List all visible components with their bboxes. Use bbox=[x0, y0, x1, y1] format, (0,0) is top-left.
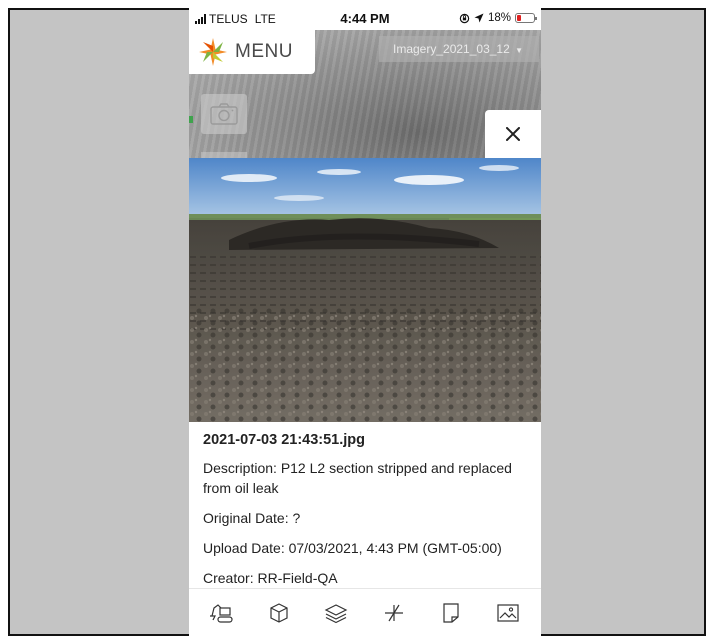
status-right: 18% bbox=[459, 12, 537, 24]
camera-icon bbox=[210, 103, 238, 125]
menu-button[interactable]: MENU bbox=[189, 30, 315, 74]
cube-icon bbox=[270, 602, 288, 623]
image-icon bbox=[497, 603, 519, 622]
note-icon bbox=[443, 602, 459, 623]
orientation-lock-icon bbox=[459, 13, 470, 23]
upload-date-row: Upload Date07/03/2021, 4:43 PM (GMT-05:0… bbox=[203, 538, 527, 558]
measure-icon bbox=[384, 604, 403, 621]
photos-button[interactable] bbox=[490, 595, 526, 631]
bottom-toolbar bbox=[189, 588, 541, 636]
photo-info-panel: 2021-07-03 21:43:51.jpg DescriptionP12 L… bbox=[189, 422, 541, 588]
3d-model-button[interactable] bbox=[261, 595, 297, 631]
battery-percent: 18% bbox=[487, 12, 511, 24]
original-date-value: ? bbox=[292, 510, 301, 526]
dropdown-caret-icon: ▼ bbox=[515, 46, 524, 55]
creator-row: CreatorRR-Field-QA bbox=[203, 568, 527, 588]
upload-date-key: Upload Date bbox=[203, 540, 289, 556]
imagery-dropdown[interactable]: Imagery_2021_03_12 ▼ bbox=[379, 36, 539, 62]
close-button[interactable] bbox=[485, 110, 541, 158]
notes-button[interactable] bbox=[433, 595, 469, 631]
measure-button[interactable] bbox=[376, 595, 412, 631]
phone-screen: TELUS LTE 4:44 PM 18% MENU Imagery_2021_… bbox=[189, 8, 541, 636]
map-marker bbox=[189, 116, 193, 123]
imagery-dropdown-value: Imagery_2021_03_12 bbox=[393, 42, 510, 56]
layers-icon bbox=[324, 603, 348, 623]
original-date-row: Original Date? bbox=[203, 508, 527, 528]
battery-icon bbox=[515, 13, 537, 23]
map-view[interactable]: MENU Imagery_2021_03_12 ▼ bbox=[189, 30, 541, 158]
site-photo bbox=[189, 158, 541, 422]
status-bar: TELUS LTE 4:44 PM 18% bbox=[189, 8, 541, 30]
excavator-button[interactable] bbox=[204, 595, 240, 631]
file-name: 2021-07-03 21:43:51.jpg bbox=[203, 432, 366, 448]
location-arrow-icon bbox=[474, 13, 484, 23]
layers-button[interactable] bbox=[318, 595, 354, 631]
description-row: DescriptionP12 L2 section stripped and r… bbox=[203, 458, 527, 498]
description-key: Description bbox=[203, 460, 281, 476]
close-icon bbox=[506, 127, 520, 141]
camera-button[interactable] bbox=[201, 94, 247, 134]
original-date-key: Original Date bbox=[203, 510, 292, 526]
logo-icon bbox=[199, 38, 227, 66]
upload-date-value: 07/03/2021, 4:43 PM (GMT-05:00) bbox=[288, 540, 502, 556]
creator-key: Creator bbox=[203, 570, 257, 586]
menu-label: MENU bbox=[235, 41, 293, 62]
creator-value: RR-Field-QA bbox=[257, 570, 338, 586]
excavator-icon bbox=[209, 603, 233, 623]
